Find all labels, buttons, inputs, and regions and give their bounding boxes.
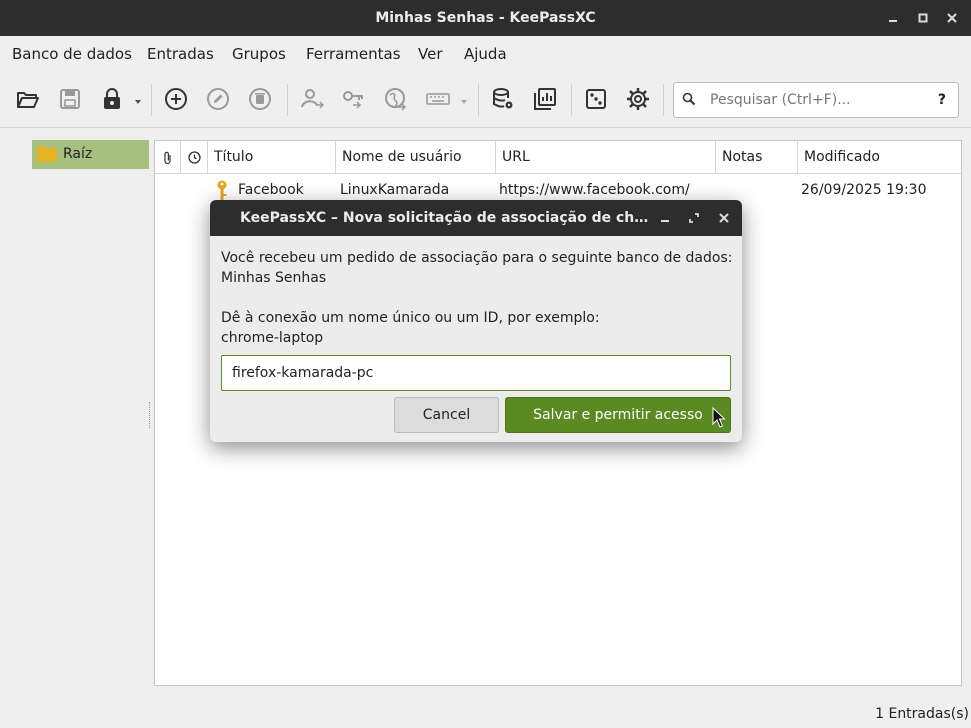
reports-icon[interactable] <box>532 86 558 112</box>
search-input[interactable]: Pesquisar (Ctrl+F)... ? <box>673 82 959 118</box>
save-database-icon[interactable] <box>57 86 83 112</box>
clock-icon <box>188 151 201 164</box>
autotype-keyboard-icon[interactable] <box>425 86 451 112</box>
association-dialog: KeePassXC – Nova solicitação de associaç… <box>210 200 742 442</box>
dialog-database-name: Minhas Senhas <box>221 270 327 286</box>
open-database-icon[interactable] <box>15 86 41 112</box>
search-help-button[interactable]: ? <box>938 83 946 117</box>
group-item-raiz[interactable]: Raíz <box>32 140 149 169</box>
copy-username-icon[interactable] <box>299 86 325 112</box>
dialog-example: chrome-laptop <box>221 330 324 346</box>
database-settings-icon[interactable] <box>490 86 516 112</box>
window-title: Minhas Senhas - KeePassXC <box>375 10 596 26</box>
lock-dropdown-icon[interactable] <box>134 94 142 110</box>
toolbar-separator <box>571 84 572 116</box>
statusbar: 1 Entradas(s) <box>0 700 971 724</box>
folder-icon <box>37 146 57 166</box>
dialog-titlebar: KeePassXC – Nova solicitação de associaç… <box>210 200 742 236</box>
add-entry-icon[interactable] <box>163 86 189 112</box>
edit-entry-icon[interactable] <box>205 86 231 112</box>
group-label: Raíz <box>63 146 93 162</box>
lock-database-icon[interactable] <box>99 86 125 112</box>
dialog-message-line1: Você recebeu um pedido de associação par… <box>221 250 733 266</box>
title-column-header[interactable]: Título <box>208 141 336 174</box>
search-icon <box>682 92 696 110</box>
menu-ferramentas[interactable]: Ferramentas <box>306 36 401 72</box>
dialog-title: KeePassXC – Nova solicitação de associaç… <box>240 210 650 226</box>
toolbar-separator <box>151 84 152 116</box>
toolbar-separator <box>287 84 288 116</box>
copy-password-icon[interactable] <box>341 86 367 112</box>
modified-column-header[interactable]: Modificado <box>798 141 961 174</box>
dialog-minimize-icon[interactable] <box>656 209 674 231</box>
paperclip-icon <box>164 151 171 165</box>
expires-column-header[interactable] <box>181 141 208 174</box>
toolbar-separator <box>478 84 479 116</box>
delete-entry-icon[interactable] <box>247 86 273 112</box>
menubar: Banco de dados Entradas Grupos Ferrament… <box>0 36 971 72</box>
window-titlebar: Minhas Senhas - KeePassXC <box>0 0 971 36</box>
username-column-header[interactable]: Nome de usuário <box>336 141 496 174</box>
group-tree: Raíz <box>0 130 152 686</box>
dialog-close-icon[interactable] <box>715 209 733 231</box>
panel-splitter[interactable] <box>149 402 152 428</box>
table-header: Título Nome de usuário URL Notas Modific… <box>155 141 961 174</box>
autotype-dropdown-icon[interactable] <box>460 94 468 110</box>
dialog-message-line3: Dê à conexão um nome único ou um ID, por… <box>221 310 600 326</box>
password-generator-icon[interactable] <box>583 86 609 112</box>
menu-entradas[interactable]: Entradas <box>147 36 214 72</box>
menu-ajuda[interactable]: Ajuda <box>464 36 507 72</box>
menu-ver[interactable]: Ver <box>418 36 443 72</box>
copy-url-icon[interactable] <box>383 86 409 112</box>
menu-banco-de-dados[interactable]: Banco de dados <box>12 36 132 72</box>
search-placeholder: Pesquisar (Ctrl+F)... <box>710 92 851 108</box>
settings-gear-icon[interactable] <box>625 86 651 112</box>
entry-modified: 26/09/2025 19:30 <box>801 182 927 198</box>
toolbar-separator <box>663 84 664 116</box>
connection-name-input[interactable] <box>221 355 731 391</box>
save-allow-button[interactable]: Salvar e permitir acesso <box>505 397 731 433</box>
attachment-column-header[interactable] <box>155 141 181 174</box>
cancel-button[interactable]: Cancel <box>394 397 499 433</box>
minimize-icon[interactable] <box>884 9 902 27</box>
dialog-maximize-icon[interactable] <box>685 209 703 231</box>
maximize-icon[interactable] <box>914 9 932 27</box>
mouse-cursor-icon <box>712 406 726 429</box>
url-column-header[interactable]: URL <box>496 141 716 174</box>
notes-column-header[interactable]: Notas <box>716 141 798 174</box>
menu-grupos[interactable]: Grupos <box>232 36 286 72</box>
close-icon[interactable] <box>943 9 961 27</box>
